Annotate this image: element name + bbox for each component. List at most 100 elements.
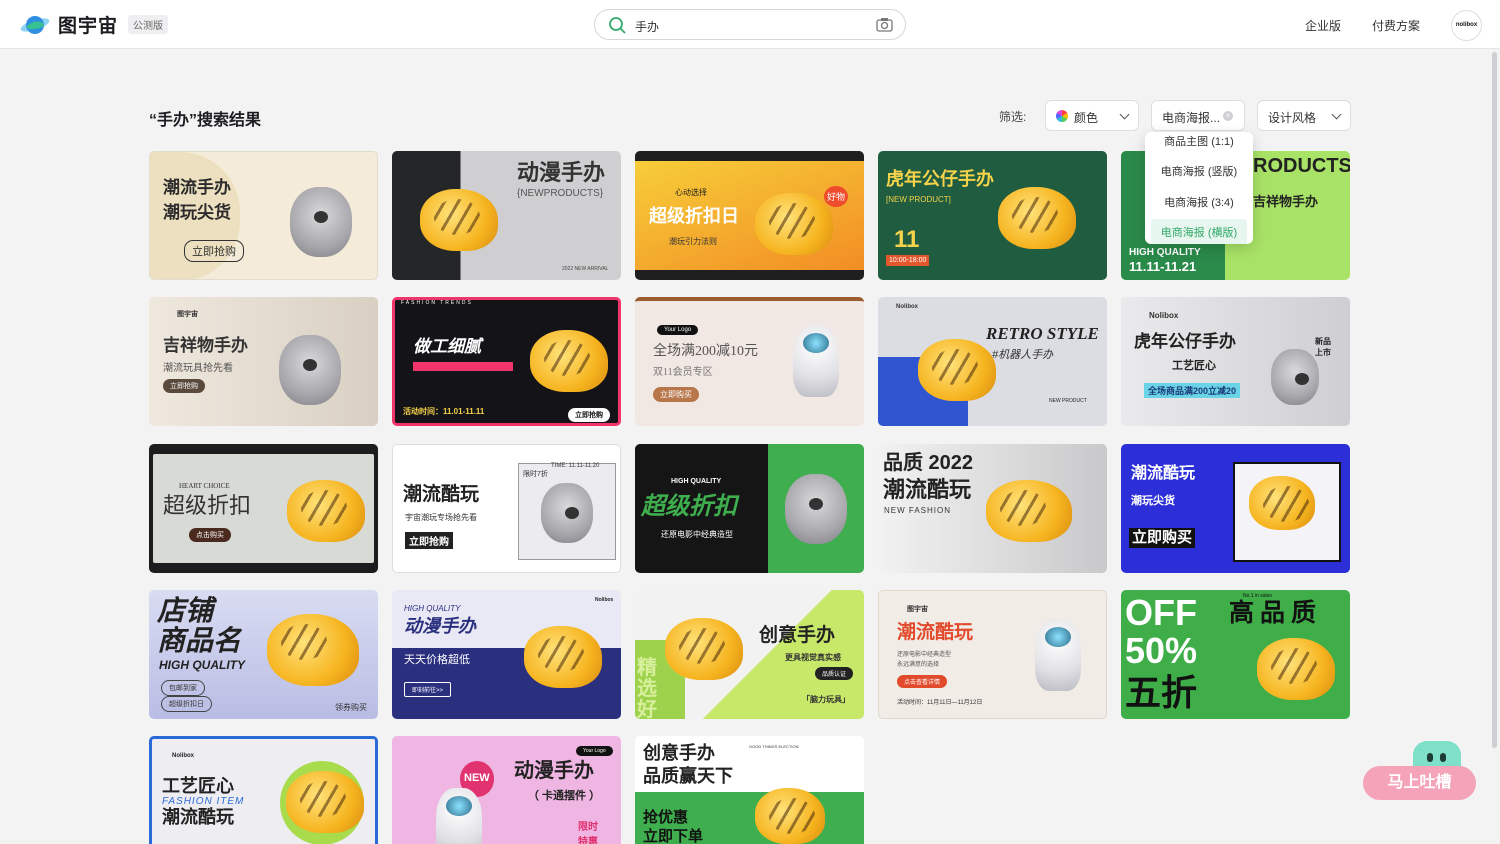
template-card[interactable]: Nolibox 工艺匠心 FASHION ITEM 潮流酷玩 xyxy=(149,736,378,844)
card-logo: Your Logo xyxy=(576,746,613,756)
template-card[interactable]: FASHION TRENDS 做工细腻 活动时间：11.01-11.11 立即抢… xyxy=(392,297,621,426)
size-option-selected[interactable]: 电商海报 (横版) xyxy=(1151,219,1247,244)
template-card[interactable]: Nolibox 虎年公仔手办 工艺匠心 全场商品满200立减20 新品上市 xyxy=(1121,297,1350,426)
card-title: 潮流手办 xyxy=(163,178,231,197)
card-subtitle: 更具视觉真实感 xyxy=(785,653,841,662)
style-filter-dropdown[interactable]: 设计风格 xyxy=(1257,100,1351,131)
template-card[interactable]: 心动选择 超级折扣日 潮玩引力法则 好物 xyxy=(635,151,864,280)
card-brand: 图宇宙 xyxy=(177,311,198,318)
astronaut-figure xyxy=(436,788,482,844)
card-title: 潮玩尖货 xyxy=(163,203,231,222)
planet-logo-icon xyxy=(18,12,52,38)
card-top-text: GOOD THINGS ELECTION xyxy=(749,744,799,749)
search-input[interactable]: 手办 xyxy=(635,18,659,35)
tiger-figure xyxy=(986,480,1072,542)
card-tag: 领券购买 xyxy=(335,703,367,712)
card-subtitle: 2022 NEW ARRIVAL xyxy=(562,266,609,272)
template-card[interactable]: HIGH QUALITY 动漫手办 天天价格超低 即刻前往>> Nolibox xyxy=(392,590,621,719)
nav-enterprise[interactable]: 企业版 xyxy=(1305,17,1341,34)
chevron-down-icon xyxy=(1331,109,1342,120)
tiger-figure xyxy=(918,339,996,401)
card-side-text: 精选好物 xyxy=(637,657,657,720)
card-button: 立即购买 xyxy=(1129,528,1196,548)
logo-text: 图宇宙 xyxy=(58,16,119,37)
card-title: RODUCTS xyxy=(1253,155,1350,177)
search-box[interactable]: 手办 xyxy=(594,9,906,40)
card-subtitle: 双11会员专区 xyxy=(653,367,713,378)
card-button: 立即抢购 xyxy=(568,408,610,422)
size-option[interactable]: 商品主图 (1:1) xyxy=(1145,132,1253,156)
tiger-figure xyxy=(530,330,608,392)
card-subtitle: 抢优惠 xyxy=(643,809,689,826)
clear-filter-icon[interactable]: × xyxy=(1223,111,1233,121)
camera-search-icon[interactable] xyxy=(876,17,893,37)
size-filter-dropdown[interactable]: 电商海报... × xyxy=(1151,100,1245,131)
card-side-text: 高品质 xyxy=(1229,599,1323,627)
astronaut-figure xyxy=(1035,619,1081,691)
template-card[interactable]: HIGH QUALITY 超级折扣 还原电影中经典造型 xyxy=(635,444,864,573)
card-subtitle: 立即下单 xyxy=(643,828,704,844)
card-title: 潮流酷玩 xyxy=(403,484,480,505)
card-title: 创意手办 xyxy=(643,743,715,763)
koala-figure xyxy=(279,335,341,405)
card-title: 潮流酷玩 xyxy=(162,807,234,827)
template-card[interactable]: 潮流酷玩 潮玩尖货 立即购买 xyxy=(1121,444,1350,573)
template-card[interactable]: No.1 in sales OFF 50% 五折 高品质 xyxy=(1121,590,1350,719)
template-card[interactable]: 精选好物 创意手办 更具视觉真实感 品质认证 「脑力玩具」 xyxy=(635,590,864,719)
card-number: 11 xyxy=(894,226,920,253)
search-icon[interactable] xyxy=(608,16,626,39)
card-button: 立即抢购 xyxy=(163,379,205,393)
card-big-number: 50% xyxy=(1125,630,1198,671)
template-card[interactable]: Nolibox RETRO STYLE #机器人手办 NEW PRODUCT xyxy=(878,297,1107,426)
card-title: 潮流酷玩 xyxy=(1131,465,1196,482)
card-title: 超级折扣 xyxy=(641,493,737,520)
card-brand: Nolibox xyxy=(595,597,614,603)
size-option[interactable]: 电商海报 (3:4) xyxy=(1145,189,1253,217)
card-title: 动漫手办 xyxy=(404,616,476,636)
card-tag: 超级折扣日 xyxy=(161,696,212,712)
card-subtitle: HIGH QUALITY xyxy=(671,478,722,485)
template-card[interactable]: Your Logo NEW 动漫手办 （ 卡通摆件 ） 限时特惠 xyxy=(392,736,621,844)
size-option[interactable]: 电商海报 (竖版) xyxy=(1145,158,1253,186)
card-button: 即刻前往>> xyxy=(404,682,452,697)
card-subtitle: 潮玩尖货 xyxy=(1131,495,1175,507)
card-subtitle: NEW FASHION xyxy=(884,506,952,515)
beta-badge: 公测版 xyxy=(128,15,169,34)
template-card[interactable]: 潮流手办 潮玩尖货 立即抢购 xyxy=(149,151,378,280)
card-title: 品质赢天下 xyxy=(643,766,733,786)
card-title: 商品名 xyxy=(157,625,242,656)
card-title: 吉祥物手办 xyxy=(163,336,248,355)
template-card[interactable]: 创意手办 品质赢天下 GOOD THINGS ELECTION 抢优惠 立即下单 xyxy=(635,736,864,844)
template-card[interactable]: 潮流酷玩 宇宙潮玩专场抢先看 立即抢购 限时7折 TIME: 11.11-11.… xyxy=(392,444,621,573)
card-subtitle: 还原电影中经典造型 xyxy=(661,530,733,539)
top-header: 图宇宙 公测版 手办 企业版 付费方案 nolibox xyxy=(0,0,1500,49)
template-card[interactable]: 店铺 商品名 HIGH QUALITY 包邮到家 超级折扣日 领券购买 xyxy=(149,590,378,719)
template-card[interactable]: HEART CHOICE 超级折扣 点击购买 xyxy=(149,444,378,573)
template-card[interactable]: 图宇宙 吉祥物手办 潮流玩具抢先看 立即抢购 xyxy=(149,297,378,426)
page-scrollbar[interactable] xyxy=(1492,52,1497,748)
card-subtitle: 潮玩引力法则 xyxy=(669,237,717,246)
card-title: 动漫手办 xyxy=(517,160,606,185)
tiger-figure xyxy=(287,480,365,542)
template-card[interactable]: Your Logo 全场满200减10元 双11会员专区 立即购买 xyxy=(635,297,864,426)
template-card[interactable]: 动漫手办 {NEWPRODUCTS} 2022 NEW ARRIVAL xyxy=(392,151,621,280)
feedback-button[interactable]: 马上吐槽 xyxy=(1363,766,1476,800)
card-time: 活动时间：11月11日—11月12日 xyxy=(897,700,983,706)
user-avatar[interactable]: nolibox xyxy=(1451,10,1482,41)
site-logo[interactable]: 图宇宙 公测版 xyxy=(18,11,169,38)
template-card[interactable]: 图宇宙 潮流酷玩 还原电影中经典造型 永远满意的选择 点击查看详情 活动时间：1… xyxy=(878,590,1107,719)
nav-pricing[interactable]: 付费方案 xyxy=(1372,17,1420,34)
card-subtitle: 潮流玩具抢先看 xyxy=(163,363,233,374)
tiger-figure xyxy=(420,189,498,251)
card-title: 动漫手办 xyxy=(514,760,594,782)
card-top-text: FASHION TRENDS xyxy=(401,300,473,306)
results-title: “手办”搜索结果 xyxy=(149,112,262,129)
color-filter-dropdown[interactable]: 颜色 xyxy=(1045,100,1139,131)
tiger-figure xyxy=(755,193,833,255)
template-card[interactable]: 品质 2022 潮流酷玩 NEW FASHION xyxy=(878,444,1107,573)
card-tag: 新品上市 xyxy=(1315,337,1331,357)
tiger-figure xyxy=(286,771,364,833)
template-card[interactable]: 虎年公仔手办 [NEW PRODUCT] 11 10:00-18:00 xyxy=(878,151,1107,280)
card-title: 虎年公仔手办 xyxy=(886,169,994,189)
card-title: 超级折扣 xyxy=(163,493,252,518)
